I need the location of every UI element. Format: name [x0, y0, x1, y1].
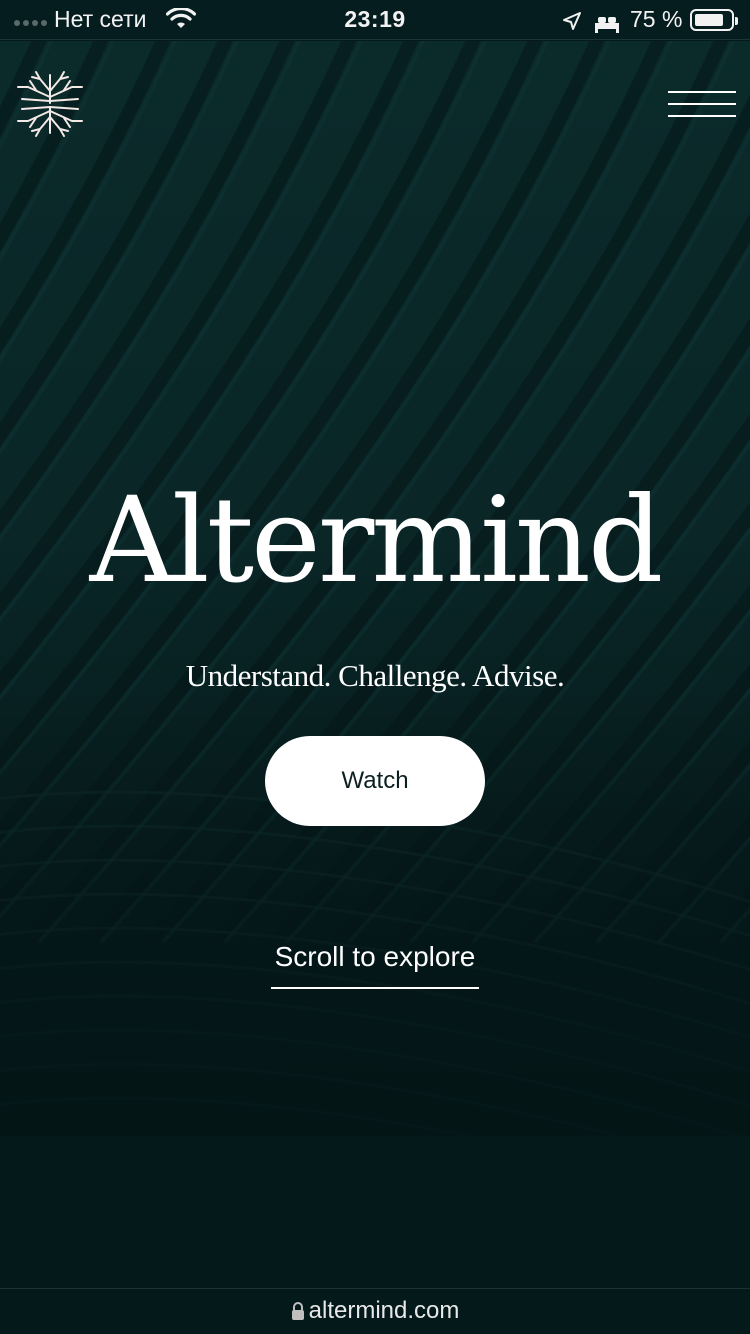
- location-icon: [562, 10, 582, 37]
- bottom-area: [0, 1136, 750, 1288]
- browser-url-bar[interactable]: altermind.com: [0, 1288, 750, 1334]
- scroll-to-explore-link[interactable]: Scroll to explore: [271, 941, 479, 989]
- tagline: Understand. Challenge. Advise.: [185, 658, 565, 693]
- scroll-label: Scroll to explore: [274, 941, 476, 972]
- hamburger-menu-icon[interactable]: [668, 91, 736, 121]
- sleep-bed-icon: [594, 12, 620, 39]
- battery-icon: [690, 9, 738, 31]
- battery-percent: 75 %: [630, 6, 683, 32]
- tree-roots-logo-icon[interactable]: [14, 69, 86, 139]
- scroll-underline: [271, 987, 479, 989]
- page-title: Altermind: [89, 471, 664, 609]
- url-text: altermind.com: [308, 1297, 460, 1324]
- status-bar: Нет сети 23:19 75 %: [0, 0, 750, 40]
- watch-button[interactable]: Watch: [265, 736, 485, 826]
- hero-section: Altermind Understand. Challenge. Advise.…: [0, 41, 750, 1136]
- lock-icon: [291, 1300, 305, 1328]
